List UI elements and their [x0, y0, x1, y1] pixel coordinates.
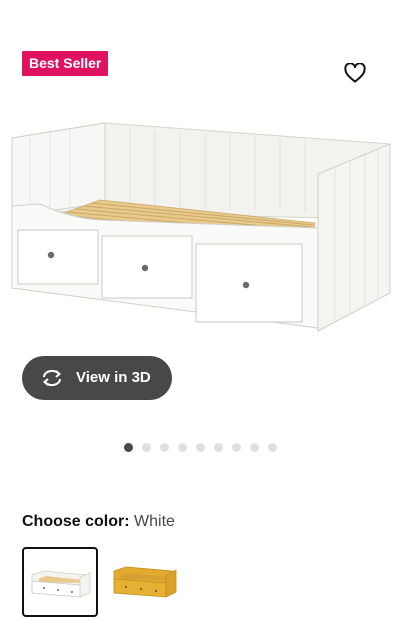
color-selector-label: Choose color: White: [22, 512, 175, 532]
selected-color-value: White: [134, 513, 175, 530]
best-seller-badge: Best Seller: [22, 51, 109, 76]
carousel-dot[interactable]: [268, 443, 277, 452]
carousel-dots: [0, 441, 400, 453]
choose-color-label: Choose color:: [22, 513, 130, 530]
yellow-daybed-thumbnail: [113, 566, 177, 598]
rotate-3d-icon: [42, 369, 62, 387]
heart-outline-icon: [344, 63, 366, 83]
carousel-dot[interactable]: [232, 443, 241, 452]
carousel-dot[interactable]: [250, 443, 259, 452]
carousel-dot[interactable]: [214, 443, 223, 452]
view-in-3d-label: View in 3D: [76, 369, 151, 386]
white-daybed-thumbnail: [31, 570, 91, 598]
carousel-dot[interactable]: [124, 443, 133, 452]
favorite-button[interactable]: [342, 60, 368, 86]
white-daybed-swatch[interactable]: [22, 547, 98, 617]
carousel-dot[interactable]: [178, 443, 187, 452]
view-in-3d-button[interactable]: View in 3D: [22, 356, 172, 400]
yellow-daybed-swatch[interactable]: [108, 547, 184, 617]
carousel-dot[interactable]: [160, 443, 169, 452]
product-image[interactable]: [0, 118, 400, 340]
carousel-dot[interactable]: [196, 443, 205, 452]
daybed-image: [11, 122, 391, 332]
carousel-dot[interactable]: [142, 443, 151, 452]
